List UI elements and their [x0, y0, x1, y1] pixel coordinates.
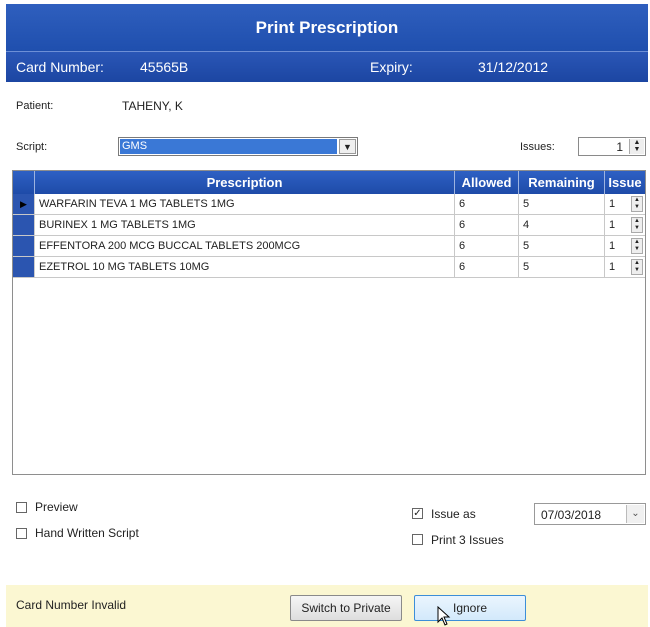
status-message: Card Number Invalid — [16, 598, 127, 612]
row-selector[interactable] — [13, 236, 35, 256]
stepper-arrows-icon[interactable]: ▲ ▼ — [631, 196, 643, 212]
switch-to-private-button[interactable]: Switch to Private — [290, 595, 402, 621]
col-allowed[interactable]: Allowed — [455, 171, 519, 194]
cell-allowed: 6 — [455, 215, 519, 235]
issues-stepper[interactable]: 1 ▲ ▼ — [578, 137, 646, 156]
table-row[interactable]: ▶ WARFARIN TEVA 1 MG TABLETS 1MG 6 5 1 ▲… — [13, 194, 645, 215]
cell-remaining: 5 — [519, 236, 605, 256]
row-selector[interactable] — [13, 215, 35, 235]
table-row[interactable]: EZETROL 10 MG TABLETS 10MG 6 5 1 ▲ ▼ — [13, 257, 645, 278]
issue-as-label: Issue as — [431, 507, 476, 521]
cell-remaining: 5 — [519, 194, 605, 214]
preview-label: Preview — [35, 500, 78, 514]
table-row[interactable]: EFFENTORA 200 MCG BUCCAL TABLETS 200MCG … — [13, 236, 645, 257]
stepper-arrows-icon[interactable]: ▲ ▼ — [631, 238, 643, 254]
preview-checkbox[interactable] — [16, 502, 27, 513]
patient-label: Patient: — [16, 100, 54, 112]
col-issue[interactable]: Issue — [605, 171, 645, 194]
cell-prescription: WARFARIN TEVA 1 MG TABLETS 1MG — [35, 194, 455, 214]
patient-name: TAHENY, K — [122, 99, 183, 113]
cell-prescription: EZETROL 10 MG TABLETS 10MG — [35, 257, 455, 277]
cell-allowed: 6 — [455, 257, 519, 277]
ignore-button[interactable]: Ignore — [414, 595, 526, 621]
cell-remaining: 5 — [519, 257, 605, 277]
row-selector-header — [13, 171, 35, 194]
hand-written-label: Hand Written Script — [35, 526, 139, 540]
cell-allowed: 6 — [455, 194, 519, 214]
cell-prescription: EFFENTORA 200 MCG BUCCAL TABLETS 200MCG — [35, 236, 455, 256]
stepper-arrows-icon[interactable]: ▲ ▼ — [631, 217, 643, 233]
card-number-label: Card Number: — [16, 59, 104, 75]
cell-prescription: BURINEX 1 MG TABLETS 1MG — [35, 215, 455, 235]
card-number-value: 45565B — [140, 59, 189, 75]
window-title: Print Prescription — [6, 4, 648, 52]
stepper-arrows-icon[interactable]: ▲ ▼ — [631, 259, 643, 275]
chevron-down-icon[interactable]: ▼ — [339, 139, 356, 154]
chevron-down-icon[interactable]: ⌄ — [626, 505, 644, 523]
script-type-value: GMS — [120, 139, 337, 154]
issues-value: 1 — [616, 140, 623, 154]
mouse-cursor-icon — [437, 606, 451, 626]
print-3-issues-label: Print 3 Issues — [431, 533, 504, 547]
issue-date-value: 07/03/2018 — [541, 508, 602, 522]
script-type-select[interactable]: GMS ▼ — [118, 137, 358, 156]
card-info-bar: Card Number: 45565B Expiry: 31/12/2012 — [6, 52, 648, 82]
print-3-issues-checkbox[interactable] — [412, 534, 423, 545]
grid-header: Prescription Allowed Remaining Issue — [13, 171, 645, 194]
row-selector[interactable] — [13, 257, 35, 277]
prescription-grid[interactable]: Prescription Allowed Remaining Issue ▶ W… — [12, 170, 646, 475]
issue-as-checkbox[interactable]: ✓ — [412, 508, 423, 519]
script-label: Script: — [16, 141, 48, 153]
issues-label: Issues: — [520, 141, 555, 153]
col-remaining[interactable]: Remaining — [519, 171, 605, 194]
cell-allowed: 6 — [455, 236, 519, 256]
table-row[interactable]: BURINEX 1 MG TABLETS 1MG 6 4 1 ▲ ▼ — [13, 215, 645, 236]
stepper-arrows-icon[interactable]: ▲ ▼ — [629, 139, 644, 154]
issue-date-picker[interactable]: 07/03/2018 ⌄ — [534, 503, 646, 525]
cell-remaining: 4 — [519, 215, 605, 235]
hand-written-checkbox[interactable] — [16, 528, 27, 539]
col-prescription[interactable]: Prescription — [35, 171, 455, 194]
current-row-arrow-icon: ▶ — [13, 194, 35, 214]
expiry-label: Expiry: — [370, 59, 413, 75]
expiry-value: 31/12/2012 — [478, 59, 549, 75]
